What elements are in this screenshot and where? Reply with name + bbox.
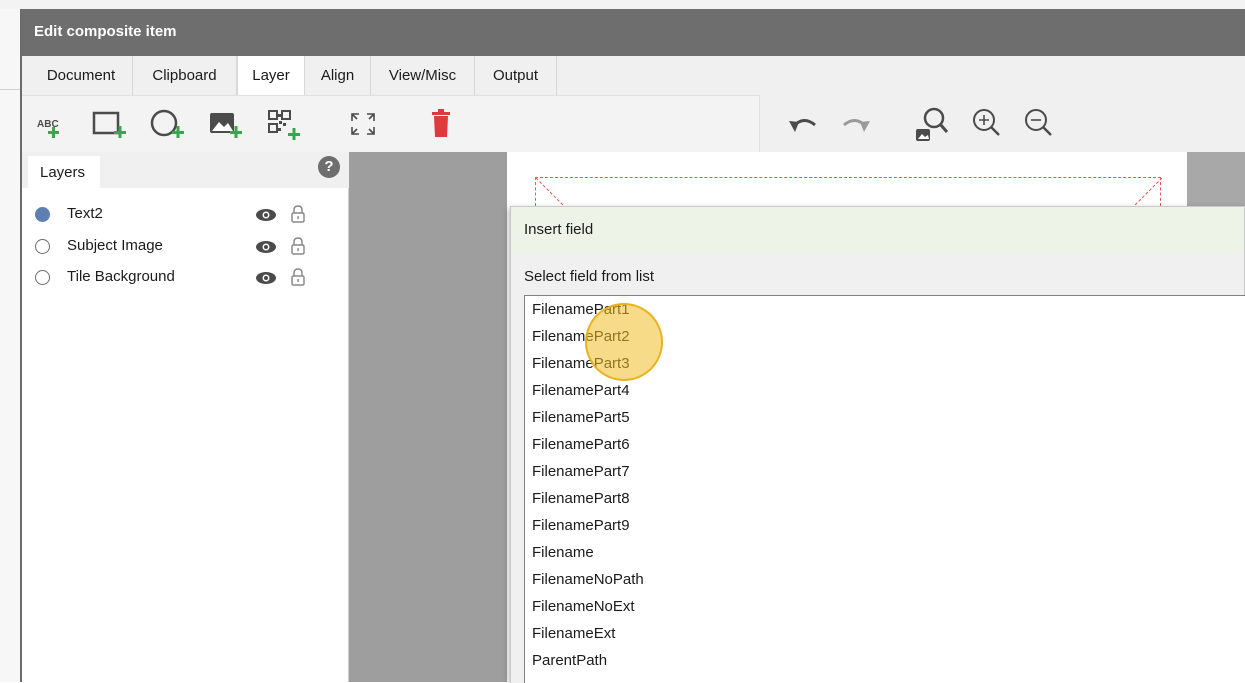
lock-open-icon[interactable] <box>290 236 306 256</box>
lock-open-icon[interactable] <box>290 267 306 287</box>
ribbon-tabs: Document Clipboard Layer Align View/Misc… <box>22 56 1245 95</box>
zoom-out-button[interactable] <box>1020 105 1058 143</box>
tab-align[interactable]: Align <box>305 56 371 95</box>
zoom-in-icon <box>973 109 1000 136</box>
field-list-item[interactable]: FilenamePart3 <box>532 350 630 377</box>
layer-label: Text2 <box>67 205 103 222</box>
undo-button[interactable] <box>784 105 822 143</box>
delete-button[interactable] <box>422 105 460 143</box>
redo-button[interactable] <box>837 105 875 143</box>
lock-open-icon[interactable] <box>290 204 306 224</box>
add-ellipse-button[interactable] <box>148 105 186 143</box>
redo-icon <box>843 119 870 132</box>
field-list-item[interactable]: FilenamePart1 <box>532 296 630 323</box>
tab-document[interactable]: Document <box>30 56 133 95</box>
field-list-item[interactable]: Filename <box>532 539 594 566</box>
dialog-title: Insert field <box>524 221 594 238</box>
field-list-item[interactable]: ParentPath <box>532 647 607 674</box>
zoom-out-icon <box>1025 109 1052 136</box>
title-bar: Edit composite item <box>22 9 1245 56</box>
field-list-item[interactable]: FilenamePart8 <box>532 485 630 512</box>
add-qrcode-icon <box>268 110 300 140</box>
fit-expand-icon <box>351 113 375 135</box>
zoom-fit-image-icon <box>916 107 949 141</box>
field-list-item[interactable]: FilenamePart2 <box>532 323 630 350</box>
undo-icon <box>789 119 816 132</box>
layer-radio[interactable] <box>35 239 50 254</box>
field-list-item[interactable]: FilenamePart6 <box>532 431 630 458</box>
background-app-edge <box>0 9 20 682</box>
tab-output[interactable]: Output <box>475 56 557 95</box>
zoom-fit-image-button[interactable] <box>912 105 950 143</box>
field-list-item[interactable]: FilenamePart4 <box>532 377 630 404</box>
add-rectangle-button[interactable] <box>90 105 128 143</box>
add-rectangle-icon <box>92 111 126 138</box>
tab-layer[interactable]: Layer <box>237 56 305 95</box>
field-list-item[interactable]: FilenameNoExt <box>532 593 635 620</box>
add-text-icon: ABC <box>37 119 59 138</box>
add-qrcode-button[interactable] <box>264 105 302 143</box>
svg-text:ABC: ABC <box>37 119 59 130</box>
help-icon[interactable]: ? <box>318 156 340 178</box>
field-list-item[interactable]: FilenameNoPath <box>532 566 644 593</box>
zoom-in-button[interactable] <box>968 105 1006 143</box>
background-strip <box>0 0 1245 9</box>
layers-panel: Layers ? Text2 Subject Image Tile Backgr… <box>22 152 349 682</box>
tab-layers[interactable]: Layers <box>28 156 100 188</box>
delete-icon <box>432 109 450 137</box>
layer-row-tile-background[interactable]: Tile Background <box>22 263 349 294</box>
dialog-prompt: Select field from list <box>524 268 655 285</box>
field-list-item[interactable]: FilenameExt <box>532 620 615 647</box>
window-title: Edit composite item <box>34 23 177 40</box>
layer-label: Subject Image <box>67 237 163 254</box>
tab-clipboard[interactable]: Clipboard <box>133 56 237 95</box>
add-image-button[interactable] <box>206 105 244 143</box>
eye-icon[interactable] <box>255 208 277 222</box>
tab-view-misc[interactable]: View/Misc <box>371 56 475 95</box>
layer-radio[interactable] <box>35 270 50 285</box>
field-list-item[interactable]: FilenamePart9 <box>532 512 630 539</box>
field-list[interactable]: FilenamePart1 FilenamePart2 FilenamePart… <box>524 295 1245 683</box>
add-ellipse-icon <box>150 109 184 138</box>
layer-row-subject-image[interactable]: Subject Image <box>22 232 349 263</box>
add-image-icon <box>210 113 242 138</box>
layer-label: Tile Background <box>67 268 175 285</box>
eye-icon[interactable] <box>255 271 277 285</box>
eye-icon[interactable] <box>255 240 277 254</box>
toolbar: ABC <box>22 95 1245 152</box>
field-list-item[interactable]: FilenamePart5 <box>532 404 630 431</box>
layer-row-text2[interactable]: Text2 <box>22 200 349 231</box>
field-list-item[interactable]: FilenamePart7 <box>532 458 630 485</box>
fit-expand-button[interactable] <box>344 105 382 143</box>
dialog-title-bar: Insert field <box>511 207 1244 253</box>
add-text-button[interactable]: ABC <box>32 105 70 143</box>
layer-radio[interactable] <box>35 207 50 222</box>
insert-field-dialog: Insert field Select field from list File… <box>510 206 1245 683</box>
